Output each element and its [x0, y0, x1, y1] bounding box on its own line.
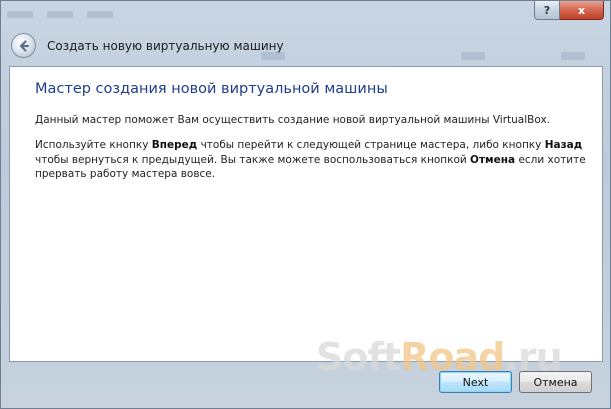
title-bar[interactable]: ? x [1, 1, 610, 31]
instructions-part-2: чтобы перейти к следующей странице масте… [197, 139, 545, 151]
wizard-page: Мастер создания новой виртуальной машины… [9, 66, 603, 362]
back-button[interactable] [11, 33, 36, 58]
back-arrow-icon [19, 39, 29, 52]
wizard-window-title: Создать новую виртуальную машину [47, 39, 284, 53]
background-toolbar-ghost [261, 49, 601, 63]
cancel-button[interactable]: Отмена [519, 371, 592, 393]
wizard-window: ? x Создать новую виртуальную машину Мас… [0, 0, 611, 409]
instructions-back-keyword: Назад [544, 139, 583, 151]
instructions-cancel-keyword: Отмена [470, 153, 516, 166]
close-button[interactable]: x [560, 1, 604, 20]
instructions-part-3: чтобы вернуться к предыдущей. Вы также м… [35, 153, 471, 166]
intro-text: Данный мастер поможет Вам осуществить со… [35, 114, 550, 126]
instructions-text: Используйте кнопку Вперед чтобы перейти … [35, 138, 595, 182]
watermark-soft: Soft [316, 335, 401, 379]
instructions-next-keyword: Вперед [151, 139, 198, 151]
help-button[interactable]: ? [534, 1, 560, 20]
wizard-footer: SoftRoad.ru Next Отмена [1, 335, 610, 408]
window-controls: ? x [534, 1, 604, 20]
background-menu-ghost [7, 11, 113, 18]
next-button[interactable]: Next [439, 371, 512, 393]
page-title: Мастер создания новой виртуальной машины [35, 81, 388, 97]
instructions-part-1: Используйте кнопку [35, 139, 152, 151]
